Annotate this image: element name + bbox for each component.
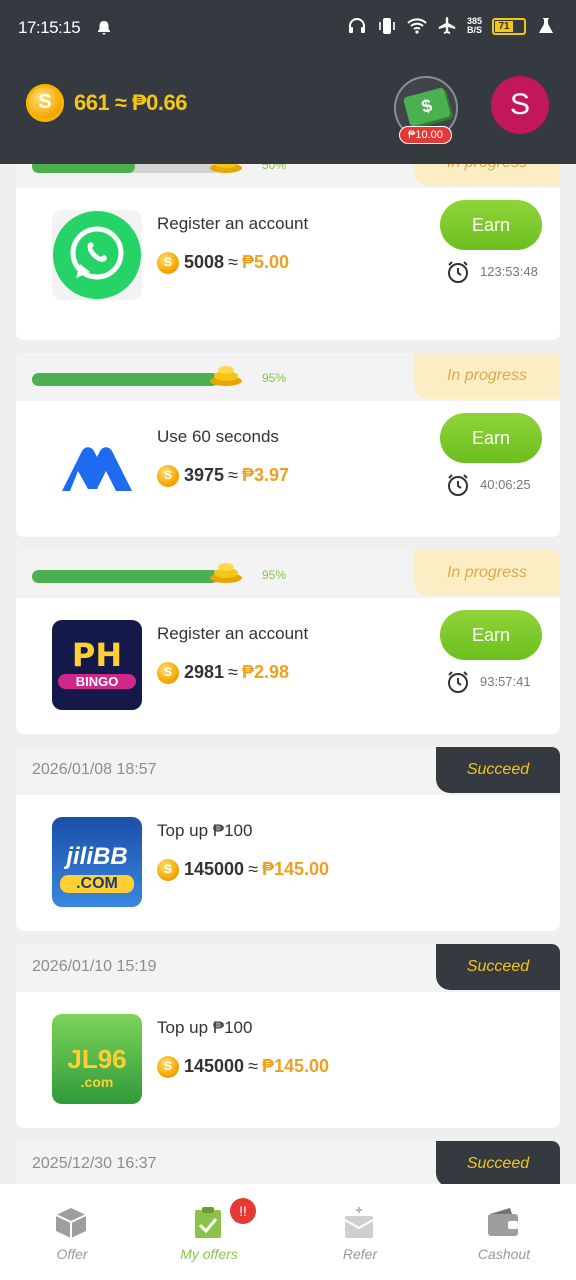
ph-bingo-icon[interactable]: PH BINGO xyxy=(52,620,142,710)
status-tag: In progress xyxy=(414,353,560,399)
completed-date: 2026/01/08 18:57 xyxy=(32,761,157,778)
status-tag: Succeed xyxy=(436,944,560,990)
alarm-clock-icon xyxy=(448,474,468,496)
cash-badge: ₱10.00 xyxy=(399,126,452,144)
jl96-icon[interactable]: JL96 .com xyxy=(52,1014,142,1104)
coin-icon xyxy=(157,662,179,684)
app-header: 661 ≈ ₱0.66 ₱10.00 S xyxy=(0,58,576,164)
progress-bar xyxy=(32,164,222,173)
progress-bar xyxy=(32,373,222,386)
reward-amount: 5008 ≈ ₱5.00 xyxy=(184,252,289,272)
nav-offer[interactable]: Offer xyxy=(0,1184,144,1280)
earn-button[interactable]: Earn xyxy=(440,200,542,250)
coins-pile-icon xyxy=(210,366,242,386)
countdown-timer: 93:57:41 xyxy=(480,674,531,689)
monica-app-icon[interactable] xyxy=(52,423,142,513)
progress-percent: 95% xyxy=(262,371,287,385)
offer-list[interactable]: 50% In progress Register an account 5008… xyxy=(0,164,576,1184)
progress-percent: 95% xyxy=(262,568,287,582)
countdown-timer: 123:53:48 xyxy=(480,264,538,279)
completed-date: 2026/01/10 15:19 xyxy=(32,958,157,975)
alarm-clock-icon xyxy=(448,671,468,693)
offer-card[interactable]: 95% In progress PH BINGO Register an acc… xyxy=(16,550,560,734)
earn-button[interactable]: Earn xyxy=(440,413,542,463)
avatar[interactable]: S xyxy=(491,76,549,134)
alarm-clock-icon xyxy=(448,261,468,283)
battery-icon: 71 xyxy=(492,17,526,35)
task-title: Register an account xyxy=(157,214,309,233)
task-title: Top up ₱100 xyxy=(157,1018,253,1037)
reward-amount: 2981 ≈ ₱2.98 xyxy=(184,662,289,682)
nav-my-offers[interactable]: My offers xyxy=(137,1184,281,1280)
coin-icon xyxy=(157,1056,179,1078)
task-title: Use 60 seconds xyxy=(157,427,279,446)
status-time: 17:15:15 xyxy=(18,18,81,37)
status-bar: 17:15:15 385 B/S 71 xyxy=(0,0,576,58)
notification-badge: !! xyxy=(230,1198,256,1224)
earn-button[interactable]: Earn xyxy=(440,610,542,660)
jilibb-icon[interactable]: jiliBB .COM xyxy=(52,817,142,907)
wifi-icon xyxy=(407,18,427,34)
offer-card[interactable]: 2025/12/30 16:37 Succeed xyxy=(16,1141,560,1184)
status-tag: Succeed xyxy=(436,1141,560,1184)
coin-icon xyxy=(157,252,179,274)
headphones-icon xyxy=(348,18,365,33)
vibrate-icon xyxy=(379,18,395,34)
reward-amount: 145000 ≈ ₱145.00 xyxy=(184,859,330,879)
progress-bar xyxy=(32,570,222,583)
offer-card[interactable]: 95% In progress Use 60 seconds 3975≈₱3.9… xyxy=(16,353,560,537)
airplane-icon xyxy=(438,17,456,34)
offer-card[interactable]: 50% In progress Register an account 5008… xyxy=(16,164,560,340)
completed-date: 2025/12/30 16:37 xyxy=(32,1155,157,1172)
countdown-timer: 40:06:25 xyxy=(480,477,531,492)
flask-icon xyxy=(539,18,553,33)
coin-icon xyxy=(157,465,179,487)
bottom-nav: Offer My offers !! Refer Cashout xyxy=(0,1184,576,1280)
status-tag: Succeed xyxy=(436,747,560,793)
box-icon xyxy=(55,1208,87,1238)
clipboard-check-icon xyxy=(195,1207,221,1238)
whatsapp-icon[interactable] xyxy=(52,210,142,300)
money-icon xyxy=(402,87,452,127)
coin-icon xyxy=(157,859,179,881)
status-tag: In progress xyxy=(414,550,560,596)
coins-pile-icon xyxy=(210,563,242,583)
offer-card[interactable]: 2026/01/08 18:57 Succeed jiliBB .COM Top… xyxy=(16,747,560,931)
coin-balance[interactable]: 661 ≈ ₱0.66 xyxy=(74,90,188,116)
network-speed: 385 B/S xyxy=(466,16,482,35)
gift-icon xyxy=(344,1207,374,1238)
coin-icon xyxy=(26,84,64,122)
wallet-icon xyxy=(488,1208,518,1236)
task-title: Register an account xyxy=(157,624,309,643)
progress-percent: 50% xyxy=(262,164,287,172)
status-tag: In progress xyxy=(414,164,560,186)
offer-card[interactable]: 2026/01/10 15:19 Succeed JL96 .com Top u… xyxy=(16,944,560,1128)
reward-amount: 145000 ≈ ₱145.00 xyxy=(184,1056,330,1076)
coins-pile-icon xyxy=(210,164,242,173)
bell-icon xyxy=(98,21,110,35)
nav-cashout[interactable]: Cashout xyxy=(432,1184,576,1280)
nav-refer[interactable]: Refer xyxy=(288,1184,432,1280)
reward-amount: 3975 ≈ ₱3.97 xyxy=(184,465,289,485)
task-title: Top up ₱100 xyxy=(157,821,253,840)
